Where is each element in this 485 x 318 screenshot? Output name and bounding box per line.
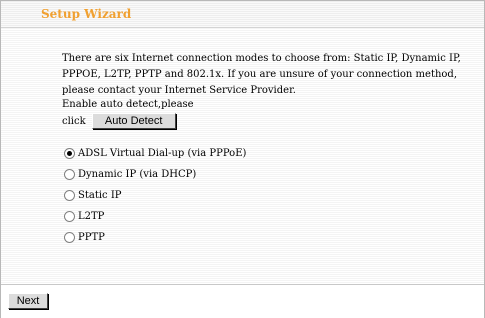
auto-detect-row: click Auto Detect <box>62 112 176 130</box>
connection-mode-description: There are six Internet connection modes … <box>62 53 461 96</box>
option-l2tp-label: L2TP <box>78 210 105 222</box>
option-l2tp[interactable]: L2TP <box>64 206 246 226</box>
header-bar: Setup Wizard <box>1 1 484 28</box>
radio-static-ip[interactable] <box>64 189 75 201</box>
radio-l2tp[interactable] <box>64 210 75 222</box>
option-static-ip-label: Static IP <box>78 189 122 201</box>
auto-detect-label: Enable auto detect,please <box>62 99 194 110</box>
radio-dhcp[interactable] <box>64 168 75 180</box>
footer-bar <box>1 284 484 318</box>
connection-mode-options: ADSL Virtual Dial-up (via PPPoE) Dynamic… <box>64 143 246 248</box>
option-pptp-label: PPTP <box>78 231 105 243</box>
auto-detect-button[interactable]: Auto Detect <box>91 113 176 129</box>
next-button[interactable]: Next <box>8 293 48 309</box>
option-static-ip[interactable]: Static IP <box>64 185 246 205</box>
option-dhcp[interactable]: Dynamic IP (via DHCP) <box>64 164 246 184</box>
radio-pppoe[interactable] <box>64 147 75 159</box>
click-text: click <box>62 115 86 127</box>
option-dhcp-label: Dynamic IP (via DHCP) <box>78 168 197 180</box>
radio-pptp[interactable] <box>64 231 75 243</box>
wizard-title: Setup Wizard <box>41 7 132 21</box>
option-pptp[interactable]: PPTP <box>64 227 246 247</box>
option-pppoe[interactable]: ADSL Virtual Dial-up (via PPPoE) <box>64 143 246 163</box>
option-pppoe-label: ADSL Virtual Dial-up (via PPPoE) <box>78 147 247 159</box>
